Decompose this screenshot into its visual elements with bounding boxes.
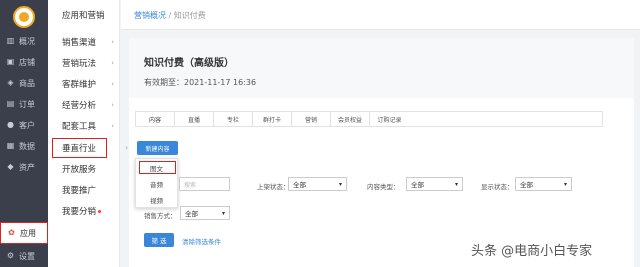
nav-item-customers[interactable]: ● 客户	[0, 116, 48, 134]
sidebar-item-distribute[interactable]: 我要分销	[62, 204, 118, 218]
sale-label: 销售方式：	[144, 212, 177, 220]
select-value: 全部	[185, 210, 198, 218]
title-area: 知识付费（高级版） 有效期至：2021-11-17 16:36	[129, 38, 634, 98]
nav-item-label: 资产	[19, 162, 35, 172]
nav-item-orders[interactable]: ▤ 订单	[0, 95, 48, 113]
sidebar-item-label: 配套工具	[62, 122, 97, 132]
tab-group-checkin[interactable]: 群打卡	[253, 112, 292, 126]
gear-icon: ⚙	[6, 251, 15, 260]
menu-item-video[interactable]: 视频	[136, 193, 177, 206]
main-card: 知识付费（高级版） 有效期至：2021-11-17 16:36 内容 直播 专栏…	[129, 38, 634, 267]
store-icon: ▣	[6, 57, 15, 66]
sale-select[interactable]: 全部 ▾	[180, 206, 230, 220]
nav-item-label: 概况	[19, 36, 35, 46]
sidebar-item-label: 垂直行业	[62, 144, 97, 154]
user-icon: ●	[7, 120, 14, 129]
sidebar-item-label: 营销玩法	[62, 59, 97, 69]
breadcrumb-current: 知识付费	[173, 11, 206, 20]
nav-item-label: 店铺	[19, 57, 35, 67]
breadcrumb-separator: /	[168, 11, 172, 20]
chevron-right-icon: ›	[111, 38, 114, 46]
status-label: 上架状态：	[257, 183, 290, 191]
tab-member-benefits[interactable]: 会员权益	[331, 112, 370, 126]
select-value: 全部	[411, 181, 424, 189]
sidebar-item-label: 我要推广	[62, 186, 97, 196]
nav-item-label: 商品	[19, 78, 35, 88]
nav-item-label: 客户	[19, 120, 35, 130]
sidebar-item-label: 开放服务	[62, 165, 97, 175]
chevron-right-icon: ›	[111, 122, 114, 130]
breadcrumb: 营销概况 / 知识付费	[134, 10, 206, 21]
menu-item-article[interactable]: 图文	[136, 161, 177, 174]
nav-item-overview[interactable]: ▥ 概况	[0, 32, 48, 50]
search-input[interactable]: 搜索	[179, 177, 230, 191]
sidebar-title: 应用和营销	[62, 11, 105, 21]
sidebar-item-label: 经营分析	[62, 101, 97, 111]
display-select[interactable]: 全部 ▾	[515, 177, 572, 191]
chart-icon: ▥	[6, 36, 15, 45]
nav-item-label: 应用	[20, 228, 36, 238]
nav-item-assets[interactable]: ◆ 资产	[0, 158, 48, 176]
chevron-right-icon: ›	[111, 101, 114, 109]
select-value: 全部	[520, 181, 533, 189]
chevron-right-icon: ›	[111, 59, 114, 67]
clear-filters-link[interactable]: 清除筛选条件	[182, 236, 221, 246]
order-icon: ▤	[6, 99, 15, 108]
sidebar-item-label: 我要分销	[62, 207, 97, 217]
tag-icon: ◈	[7, 78, 14, 87]
display-label: 显示状态：	[481, 183, 514, 191]
new-content-button[interactable]: 新建内容	[137, 141, 178, 155]
nav-item-settings[interactable]: ⚙ 设置	[0, 247, 48, 265]
new-content-menu: 图文 音频 视频	[135, 158, 178, 208]
sidebar-item-label: 客群维护	[62, 80, 97, 90]
store-logo[interactable]	[13, 6, 35, 28]
chevron-down-icon: ▾	[563, 180, 567, 188]
tab-marketing[interactable]: 营销	[292, 112, 331, 126]
nav-item-label: 数据	[19, 141, 35, 151]
chevron-down-icon: ▾	[454, 180, 458, 188]
asset-icon: ◆	[7, 162, 14, 171]
sidebar-item-label: 销售渠道	[62, 38, 97, 48]
nav-item-data[interactable]: ▦ 数据	[0, 137, 48, 155]
tab-live[interactable]: 直播	[175, 112, 214, 126]
sidebar-item-sales-channel[interactable]: 销售渠道 ›	[62, 35, 118, 49]
breadcrumb-parent-link[interactable]: 营销概况	[134, 11, 166, 20]
tab-order-records[interactable]: 订购记录	[370, 112, 409, 126]
tab-content[interactable]: 内容	[136, 112, 175, 126]
tab-column[interactable]: 专栏	[214, 112, 253, 126]
nav-item-goods[interactable]: ◈ 商品	[0, 74, 48, 92]
sidebar-item-tools[interactable]: 配套工具 ›	[62, 119, 118, 133]
chevron-down-icon: ▾	[221, 209, 225, 217]
sidebar-item-analytics[interactable]: 经营分析 ›	[62, 98, 118, 112]
top-header: 营销概况 / 知识付费	[121, 0, 640, 30]
sidebar-item-marketing[interactable]: 营销玩法 ›	[62, 56, 118, 70]
sidebar-item-open-service[interactable]: 开放服务	[62, 162, 118, 176]
chevron-right-icon: ›	[125, 144, 128, 152]
primary-sidebar: ▥ 概况 ▣ 店铺 ◈ 商品 ▤ 订单 ● 客户 ▦ 数据 ◆ 资产 ✿ 应用	[0, 0, 48, 267]
apps-icon: ✿	[8, 228, 15, 237]
menu-item-audio[interactable]: 音频	[136, 177, 177, 190]
chevron-right-icon: ›	[111, 80, 114, 88]
expire-date: 有效期至：2021-11-17 16:36	[144, 78, 257, 87]
nav-item-store[interactable]: ▣ 店铺	[0, 53, 48, 71]
type-select[interactable]: 全部 ▾	[406, 177, 463, 191]
filter-button[interactable]: 筛 选	[144, 233, 174, 247]
select-value: 全部	[293, 181, 306, 189]
page-title: 知识付费（高级版）	[144, 58, 234, 69]
nav-item-label: 设置	[19, 251, 35, 261]
nav-item-label: 订单	[19, 99, 35, 109]
sidebar-item-customer-care[interactable]: 客群维护 ›	[62, 77, 118, 91]
data-icon: ▦	[6, 141, 15, 150]
nav-item-apps[interactable]: ✿ 应用	[0, 222, 48, 244]
status-select[interactable]: 全部 ▾	[288, 177, 347, 191]
watermark: 头条 @电商小白专家	[471, 244, 593, 259]
sidebar-item-vertical-industry[interactable]: 垂直行业 ›	[62, 141, 128, 155]
notification-dot	[98, 209, 102, 213]
type-label: 内容类型：	[367, 183, 400, 191]
tab-bar: 内容 直播 专栏 群打卡 营销 会员权益 订购记录	[135, 111, 603, 127]
chevron-down-icon: ▾	[338, 180, 342, 188]
sidebar-item-promote[interactable]: 我要推广	[62, 183, 118, 197]
